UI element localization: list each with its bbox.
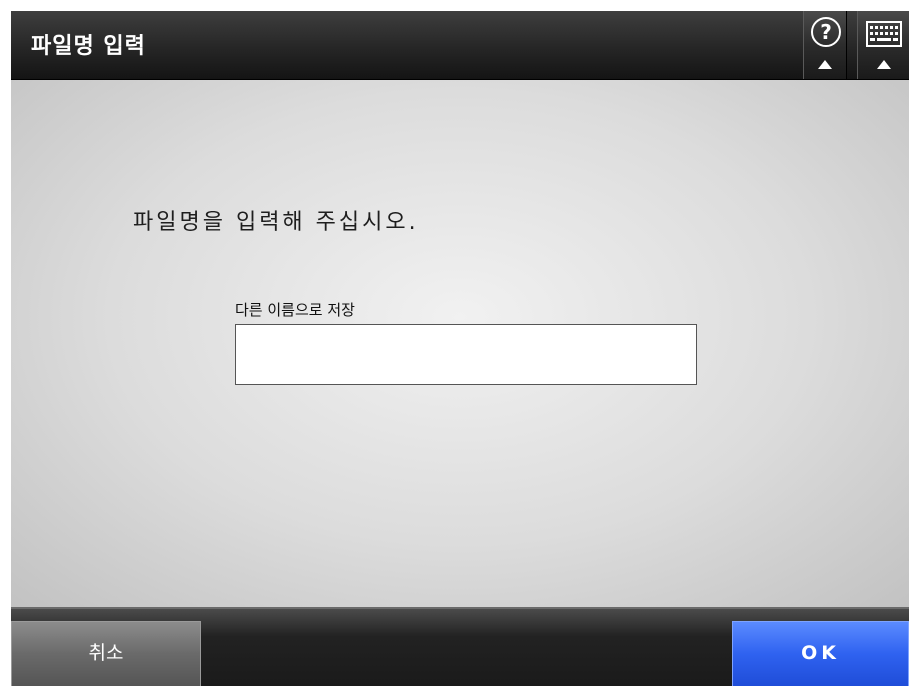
button-bar: 취소 OK [11, 607, 909, 686]
arrow-up-icon [877, 60, 891, 69]
ok-button[interactable]: OK [732, 621, 909, 686]
help-button[interactable]: ? [803, 11, 847, 79]
title-bar: 파일명 입력 ? [11, 11, 909, 80]
app-window: 파일명 입력 ? 파일명을 입력해 주십시오. 다른 이름으로 저장 취소 OK [11, 11, 909, 686]
cancel-button[interactable]: 취소 [11, 621, 201, 686]
instruction-text: 파일명을 입력해 주십시오. [133, 210, 419, 235]
filename-input[interactable] [235, 324, 697, 385]
page-title: 파일명 입력 [31, 34, 146, 59]
content-panel: 파일명을 입력해 주십시오. 다른 이름으로 저장 [11, 80, 909, 607]
keyboard-icon [866, 21, 902, 47]
keyboard-button[interactable] [857, 11, 909, 79]
arrow-up-icon [818, 60, 832, 69]
help-icon: ? [811, 17, 841, 47]
filename-field-label: 다른 이름으로 저장 [235, 301, 355, 319]
